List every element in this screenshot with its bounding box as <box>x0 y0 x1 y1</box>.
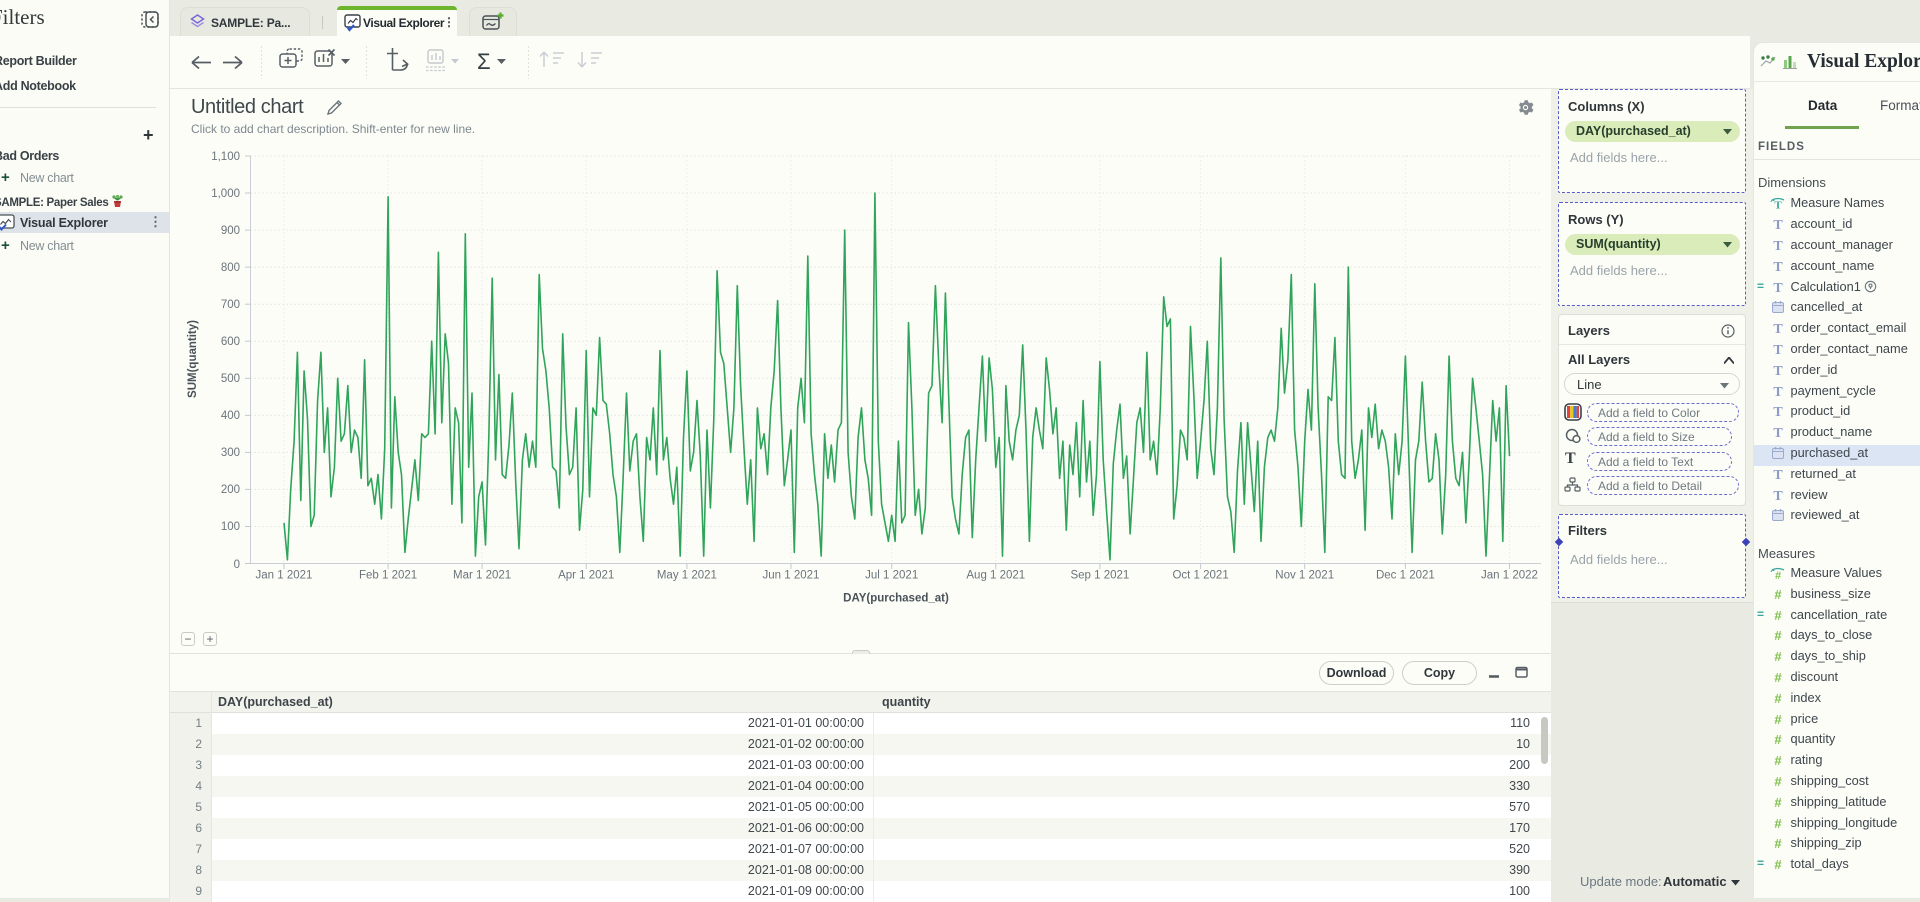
svg-text:Sep 1 2021: Sep 1 2021 <box>1070 570 1129 582</box>
svg-text:#: # <box>1775 570 1781 581</box>
svg-text:Jun 1 2021: Jun 1 2021 <box>763 570 820 582</box>
svg-text:SUM(quantity): SUM(quantity) <box>187 320 199 398</box>
svg-text:900: 900 <box>221 225 240 237</box>
svg-text:0: 0 <box>234 559 240 571</box>
svg-text:DAY(purchased_at): DAY(purchased_at) <box>843 593 949 605</box>
svg-text:1,100: 1,100 <box>211 151 240 163</box>
svg-text:May 1 2021: May 1 2021 <box>657 570 717 582</box>
svg-text:T: T <box>1774 200 1782 212</box>
svg-text:400: 400 <box>221 410 240 422</box>
svg-text:800: 800 <box>221 262 240 274</box>
svg-text:Oct 1 2021: Oct 1 2021 <box>1172 570 1228 582</box>
svg-text:500: 500 <box>221 373 240 385</box>
svg-text:100: 100 <box>221 521 240 533</box>
svg-text:700: 700 <box>221 299 240 311</box>
svg-text:600: 600 <box>221 336 240 348</box>
svg-text:Aug 1 2021: Aug 1 2021 <box>966 570 1025 582</box>
svg-text:Jul 1 2021: Jul 1 2021 <box>865 570 918 582</box>
svg-text:1,000: 1,000 <box>211 188 240 200</box>
svg-text:Jan 1 2022: Jan 1 2022 <box>1481 570 1538 582</box>
svg-text:300: 300 <box>221 447 240 459</box>
svg-text:Dec 1 2021: Dec 1 2021 <box>1376 570 1435 582</box>
svg-text:Jan 1 2021: Jan 1 2021 <box>256 570 313 582</box>
svg-text:Feb 1 2021: Feb 1 2021 <box>359 570 417 582</box>
svg-text:Apr 1 2021: Apr 1 2021 <box>558 570 614 582</box>
svg-text:Nov 1 2021: Nov 1 2021 <box>1275 570 1334 582</box>
svg-text:Mar 1 2021: Mar 1 2021 <box>453 570 511 582</box>
svg-text:200: 200 <box>221 484 240 496</box>
